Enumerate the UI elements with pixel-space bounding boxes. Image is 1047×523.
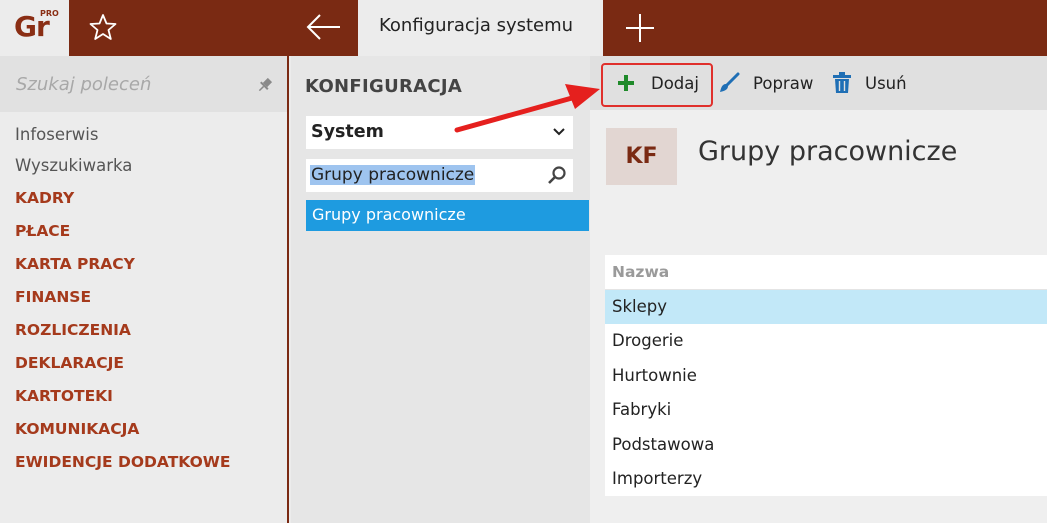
table-cell-nazwa: Sklepy — [612, 297, 668, 316]
edit-label: Popraw — [753, 74, 814, 93]
table-cell-nazwa: Importerzy — [612, 468, 703, 488]
chevron-down-icon — [553, 128, 565, 136]
sidebar-item-finanse[interactable]: FINANSE — [15, 288, 91, 306]
table-row[interactable]: Fabryki — [605, 393, 1047, 428]
delete-button[interactable]: Usuń — [832, 56, 922, 110]
result-item-selected[interactable]: Grupy pracownicze — [306, 200, 589, 231]
sidebar-item-rozliczenia[interactable]: ROZLICZENIA — [15, 321, 131, 339]
plus-icon[interactable] — [622, 10, 658, 46]
sidebar-item-ewidencje-dodatkowe[interactable]: EWIDENCJE DODATKOWE — [15, 453, 230, 471]
column-header-nazwa[interactable]: Nazwa — [605, 255, 1047, 290]
table-cell-nazwa: Fabryki — [612, 400, 672, 420]
table-cell-nazwa: Hurtownie — [612, 365, 697, 385]
table-row[interactable]: Drogerie — [605, 324, 1047, 359]
sidebar-item-kadry[interactable]: KADRY — [15, 189, 74, 207]
search-icon[interactable] — [547, 165, 567, 185]
table-row[interactable]: Hurtownie — [605, 358, 1047, 394]
action-toolbar: Dodaj Popraw Usuń — [590, 56, 1047, 110]
star-icon[interactable] — [88, 12, 118, 42]
data-grid: Nazwa Sklepy Drogerie Hurtownie Fabryki Pods… — [605, 255, 1047, 497]
result-item-label: Grupy pracownicze — [312, 205, 466, 224]
tab-label: Konfiguracja systemu — [379, 15, 574, 36]
command-search[interactable]: Szukaj poleceń — [0, 56, 287, 112]
delete-label: Usuń — [865, 74, 907, 93]
group-select[interactable]: System — [306, 116, 573, 149]
config-search-input[interactable]: Grupy pracownicze — [306, 159, 573, 192]
sidebar-item-wyszukiwarka[interactable]: Wyszukiwarka — [15, 156, 132, 175]
search-placeholder: Szukaj poleceń — [16, 74, 152, 95]
column-header-label: Nazwa — [612, 263, 670, 281]
add-icon — [618, 75, 634, 91]
add-button[interactable]: Dodaj — [614, 56, 710, 110]
config-search-value: Grupy pracownicze — [310, 165, 476, 185]
table-row[interactable]: Importerzy — [605, 461, 1047, 497]
page-badge: KF — [606, 128, 677, 185]
brush-icon — [720, 72, 740, 92]
config-panel: KONFIGURACJA System Grupy pracownicze Gr… — [291, 56, 590, 523]
add-label: Dodaj — [651, 74, 699, 93]
sidebar-item-infoserwis[interactable]: Infoserwis — [15, 125, 98, 144]
back-arrow-icon[interactable] — [304, 10, 344, 44]
group-select-value: System — [311, 122, 384, 142]
main-content: KF Grupy pracownicze Nazwa Sklepy Drogeri… — [590, 110, 1047, 523]
sidebar-item-kartoteki[interactable]: KARTOTEKI — [15, 387, 113, 405]
tab-konfiguracja[interactable]: Konfiguracja systemu — [358, 0, 603, 56]
logo-sup: PRO — [40, 9, 59, 18]
table-row[interactable]: Podstawowa — [605, 427, 1047, 462]
panel-title: KONFIGURACJA — [305, 76, 463, 97]
left-navigation: Szukaj poleceń Infoserwis Wyszukiwarka KAD… — [0, 56, 289, 523]
page-title: Grupy pracownicze — [698, 136, 958, 167]
edit-button[interactable]: Popraw — [718, 56, 814, 110]
sidebar-item-komunikacja[interactable]: KOMUNIKACJA — [15, 420, 139, 438]
trash-icon — [833, 72, 851, 93]
table-cell-nazwa: Drogerie — [612, 331, 684, 351]
page-badge-text: KF — [625, 144, 658, 169]
sidebar-item-karta-pracy[interactable]: KARTA PRACY — [15, 255, 135, 273]
top-bar: Gr PRO Konfiguracja systemu — [0, 0, 1047, 56]
table-cell-nazwa: Podstawowa — [612, 434, 715, 454]
app-logo[interactable]: Gr PRO — [0, 0, 69, 56]
pin-icon[interactable] — [256, 76, 274, 94]
table-row[interactable]: Sklepy — [605, 290, 1047, 325]
sidebar-item-deklaracje[interactable]: DEKLARACJE — [15, 354, 124, 372]
sidebar-item-płace[interactable]: PŁACE — [15, 222, 70, 240]
